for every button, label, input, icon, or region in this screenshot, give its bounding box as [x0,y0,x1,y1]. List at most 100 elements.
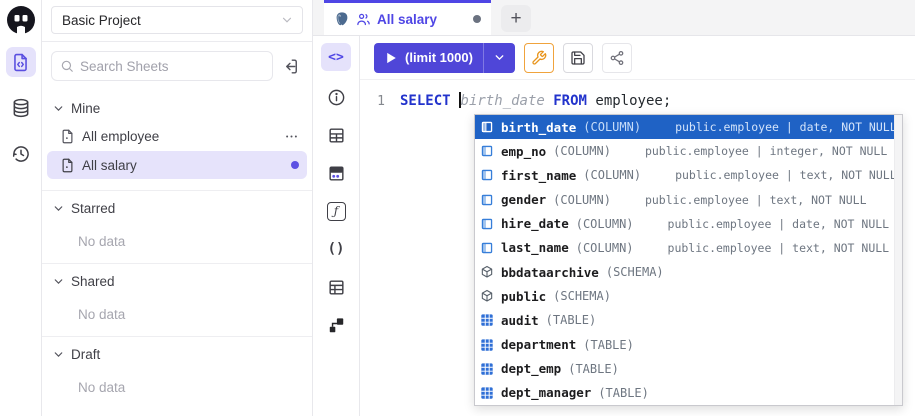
parentheses-icon: () [328,241,345,257]
tab-dirty-dot [473,15,481,23]
wrench-icon [531,50,547,66]
worksheet-code-button[interactable]: <> [321,43,351,71]
save-floppy-icon [570,50,586,66]
empty-state: No data [42,229,312,253]
sheet-item-all-salary[interactable]: All salary [47,151,307,179]
section-mine-header[interactable]: Mine [42,95,312,121]
editor-content: <> [313,36,915,416]
tab-bar: All salary + [313,0,915,36]
database-icon [11,98,31,118]
views-button[interactable] [321,273,351,301]
project-select[interactable]: Basic Project [51,6,303,34]
table-dots-icon [327,164,346,183]
import-sheet-icon[interactable] [279,54,303,78]
search-box [51,51,273,81]
admin-wrench-button[interactable] [524,43,554,73]
schema-icon [480,265,494,279]
autocomplete-item[interactable]: hire_date (COLUMN) public.employee | dat… [475,212,894,236]
autocomplete-item[interactable]: last_name (COLUMN) public.employee | tex… [475,236,894,260]
empty-state: No data [42,375,312,399]
functions-button[interactable]: ƒ [321,197,351,225]
sheet-tree: Mine All employee [42,87,312,416]
rail-databases-button[interactable] [6,93,36,123]
autocomplete-item[interactable]: first_name (COLUMN) public.employee | te… [475,163,894,187]
autocomplete-scrollbar[interactable] [894,115,902,405]
rail-sheets-button[interactable] [6,47,36,77]
sql-editor-app: Basic Project [0,0,915,416]
project-select-value: Basic Project [62,13,141,28]
section-mine: Mine All employee [42,91,312,190]
code-icon: <> [328,50,344,65]
autocomplete-item[interactable]: birth_date (COLUMN) public.employee | da… [475,115,894,139]
add-tab-button[interactable]: + [501,5,531,32]
sheet-file-icon [60,158,75,173]
info-button[interactable] [321,83,351,111]
autocomplete-item[interactable]: department (TABLE) [475,333,894,357]
column-icon [480,193,494,207]
sheet-file-icon [60,129,75,144]
sheet-item-all-employee[interactable]: All employee [47,122,307,150]
sheet-item-label: All salary [82,158,284,173]
search-row [42,42,312,87]
section-label: Mine [71,101,100,116]
project-row: Basic Project [42,0,312,42]
postgresql-icon [334,11,350,27]
section-draft-header[interactable]: Draft [42,341,312,367]
code-line-1: 1 SELECT birth_date FROM employee; [360,80,915,111]
search-sheets-input[interactable] [80,59,264,74]
section-label: Draft [71,347,100,362]
share-button[interactable] [602,43,632,73]
sql-keyword: FROM [545,93,587,109]
table-data-button[interactable] [321,159,351,187]
autocomplete-item[interactable]: gender (COLUMN) public.employee | text, … [475,188,894,212]
autocomplete-item[interactable]: dept_emp (TABLE) [475,357,894,381]
autocomplete-item[interactable]: emp_no (COLUMN) public.employee | intege… [475,139,894,163]
sheet-code-icon [11,53,30,72]
main-area: All salary + <> [313,0,915,416]
section-starred-header[interactable]: Starred [42,195,312,221]
code-tokens: SELECT birth_date FROM employee; [400,92,671,111]
section-label: Shared [71,274,115,289]
section-shared: Shared No data [42,263,312,336]
schema-icon [480,289,494,303]
autocomplete-item[interactable]: audit (TABLE) [475,308,894,332]
section-label: Starred [71,201,115,216]
tables-button[interactable] [321,121,351,149]
autocomplete-item[interactable]: public (SCHEMA) [475,284,894,308]
chevron-down-icon [52,102,65,115]
empty-state: No data [42,302,312,326]
section-draft: Draft No data [42,336,312,409]
chevron-down-icon [280,13,294,27]
parameters-button[interactable]: () [321,235,351,263]
bytebase-logo-icon[interactable] [6,5,36,35]
history-clock-icon [11,144,31,164]
autocomplete-item[interactable]: bbdataarchive (SCHEMA) [475,260,894,284]
run-query-button[interactable]: (limit 1000) [374,43,515,73]
app-rail [0,0,42,416]
more-actions-icon[interactable] [284,129,299,144]
sql-keyword: SELECT [400,93,459,109]
save-button[interactable] [563,43,593,73]
sql-text: employee; [587,93,671,109]
editor-column: (limit 1000) [360,36,915,416]
table-icon [480,338,494,352]
search-icon [60,59,74,73]
editor-toolbar: (limit 1000) [360,36,915,80]
function-icon: ƒ [327,202,346,221]
rail-history-button[interactable] [6,139,36,169]
chevron-down-icon [52,348,65,361]
editor-icon-strip: <> [313,36,360,416]
column-icon [480,144,494,158]
section-starred: Starred No data [42,190,312,263]
section-shared-header[interactable]: Shared [42,268,312,294]
run-main[interactable]: (limit 1000) [374,43,483,73]
chevron-down-icon [52,275,65,288]
run-options-caret[interactable] [483,43,515,73]
autocomplete-item[interactable]: dept_manager (TABLE) [475,381,894,405]
line-number: 1 [360,92,400,111]
schema-diagram-button[interactable] [321,311,351,339]
code-editor[interactable]: 1 SELECT birth_date FROM employee; [360,80,915,416]
batch-users-icon [356,12,371,27]
tab-all-salary[interactable]: All salary [324,0,491,35]
play-icon [386,52,397,64]
